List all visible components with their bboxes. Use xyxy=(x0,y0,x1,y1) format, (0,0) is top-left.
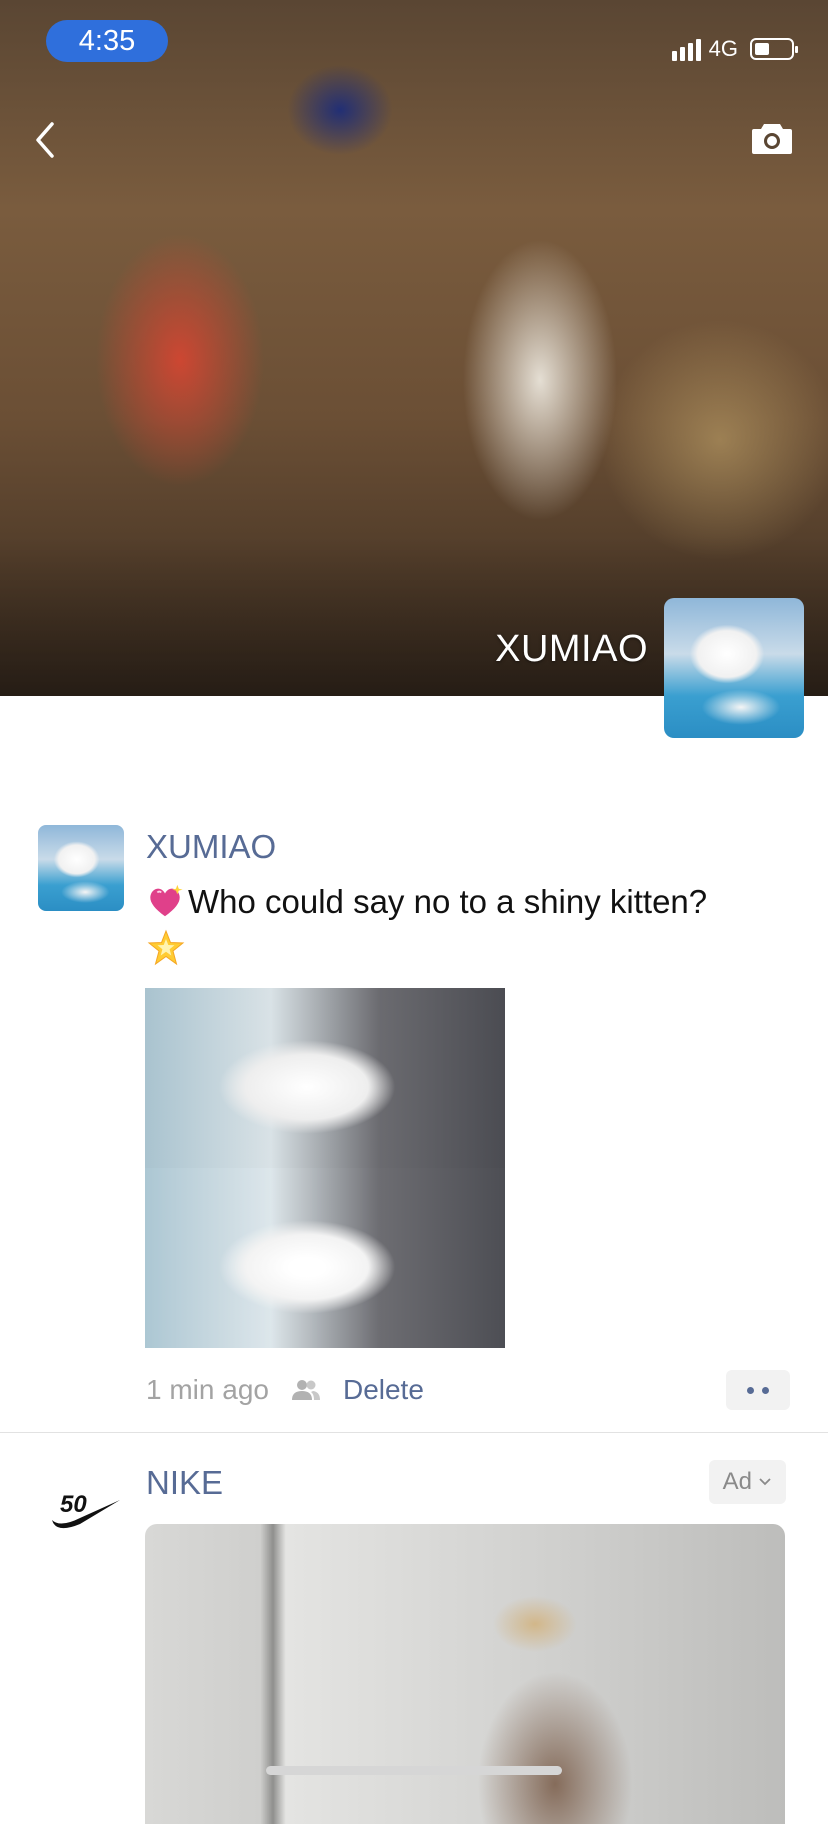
kitten-avatar-image xyxy=(664,598,804,738)
dot-icon xyxy=(762,1386,769,1394)
profile-avatar[interactable] xyxy=(664,598,804,738)
kitten-photo-top xyxy=(145,988,505,1168)
battery-icon xyxy=(750,38,798,60)
status-indicators: 4G xyxy=(671,34,798,64)
ad-badge-label: Ad xyxy=(722,1468,752,1495)
status-time-pill: 4:35 xyxy=(46,20,168,62)
chevron-left-icon xyxy=(36,122,54,158)
post-text: Who could say no to a shiny kitten? xyxy=(146,880,786,968)
post-time: 1 min ago xyxy=(146,1374,269,1405)
ad-video[interactable] xyxy=(145,1524,785,1824)
ad-badge[interactable]: Ad xyxy=(708,1460,786,1504)
chevron-down-icon xyxy=(759,1478,771,1486)
camera-button[interactable] xyxy=(750,120,794,156)
logo-text: 50 xyxy=(60,1491,87,1518)
cover-photo[interactable] xyxy=(0,0,828,696)
nike-50-logo[interactable]: 50 xyxy=(50,1482,122,1532)
ad-brand-name[interactable]: NIKE xyxy=(146,1464,223,1502)
status-time: 4:35 xyxy=(78,25,136,57)
post-author-avatar[interactable] xyxy=(38,825,124,911)
post-author-name[interactable]: XUMIAO xyxy=(146,828,276,866)
back-button[interactable] xyxy=(26,116,66,164)
post-photo[interactable] xyxy=(145,988,505,1348)
dot-icon xyxy=(747,1386,754,1394)
glowing-star-icon xyxy=(147,929,185,966)
post-caption: Who could say no to a shiny kitten? xyxy=(188,883,708,920)
delete-button[interactable]: Delete xyxy=(343,1374,424,1406)
more-options-button[interactable] xyxy=(726,1370,790,1410)
ad-post: 50 NIKE Ad xyxy=(0,1432,828,1824)
kitten-photo-bottom xyxy=(145,1168,505,1348)
sparkling-heart-icon xyxy=(150,884,183,917)
network-label: 4G xyxy=(708,36,738,61)
kitten-avatar-image xyxy=(38,825,124,911)
visibility-people-icon xyxy=(291,1380,320,1400)
signal-icon xyxy=(671,37,701,61)
home-indicator[interactable] xyxy=(266,1766,562,1775)
post-meta-row: 1 min ago Delete xyxy=(146,1370,424,1410)
camera-icon xyxy=(752,124,792,154)
cover-username: XUMIAO xyxy=(495,628,648,670)
